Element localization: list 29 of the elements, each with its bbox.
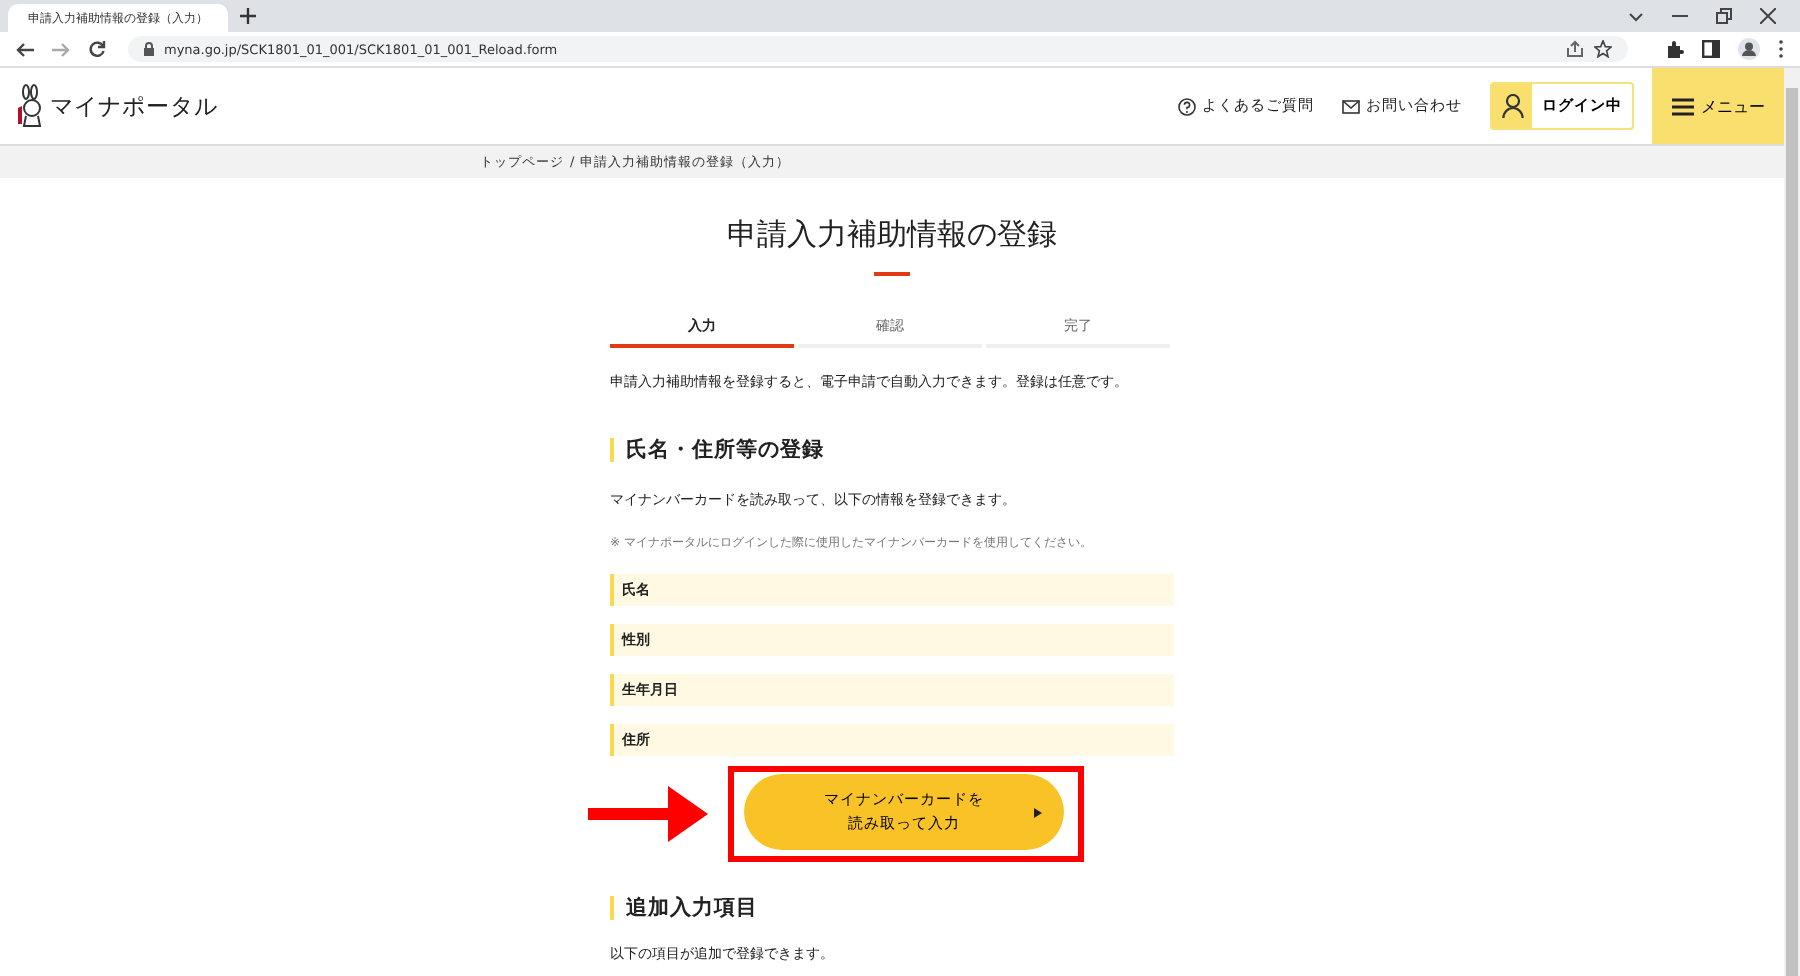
star-icon[interactable] [1594, 40, 1612, 58]
side-panel-icon[interactable] [1702, 40, 1720, 58]
section-heading: 氏名・住所等の登録 [610, 438, 1174, 462]
restore-icon[interactable] [1716, 8, 1732, 24]
title-underline [874, 272, 910, 276]
menu-button[interactable]: メニュー [1652, 68, 1784, 144]
share-icon[interactable] [1566, 40, 1584, 58]
help-icon [1178, 97, 1196, 115]
rabbit-mascot-icon [16, 84, 44, 128]
close-icon[interactable] [1760, 8, 1776, 24]
section-heading: 追加入力項目 [610, 896, 1174, 920]
scrollbar-thumb[interactable] [1786, 88, 1798, 976]
profile-icon[interactable] [1738, 38, 1760, 60]
new-tab-icon[interactable] [240, 8, 256, 24]
page-title: 申請入力補助情報の登録 [725, 216, 1059, 254]
reload-icon[interactable] [88, 40, 106, 58]
more-icon[interactable] [1778, 40, 1784, 58]
chevron-down-icon[interactable] [1628, 11, 1644, 21]
back-arrow-icon[interactable] [16, 41, 34, 57]
logo-text[interactable]: マイナポータル [50, 91, 218, 121]
play-triangle-icon [1034, 808, 1042, 818]
lock-icon [144, 42, 154, 56]
menu-icon [1671, 97, 1693, 115]
envelope-icon [1342, 99, 1360, 113]
minimize-icon[interactable] [1672, 14, 1688, 18]
puzzle-icon[interactable] [1666, 40, 1684, 58]
arrow-annotation [588, 786, 708, 842]
scrollbar[interactable] [1784, 68, 1800, 976]
user-icon [1501, 94, 1523, 118]
